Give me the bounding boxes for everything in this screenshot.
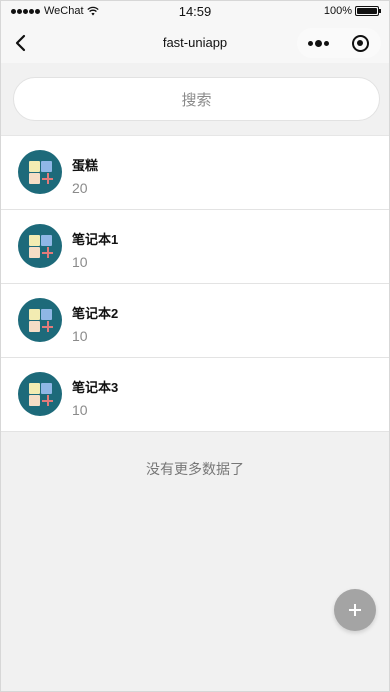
item-avatar-icon: [18, 224, 62, 268]
item-name: 笔记本1: [72, 232, 119, 247]
item-name: 笔记本3: [72, 380, 119, 395]
item-avatar-icon: [18, 298, 62, 342]
search-placeholder: 搜索: [181, 91, 212, 109]
item-avatar-icon: [18, 372, 62, 416]
item-list: 蛋糕 20 笔记本1 10 笔记本2 10 笔记本3 10: [1, 135, 389, 432]
item-name: 蛋糕: [72, 158, 99, 173]
nav-bar: fast-uniapp: [1, 23, 389, 63]
target-icon: [351, 34, 369, 52]
plus-icon: [349, 604, 361, 616]
status-bar: WeChat 14:59 100%: [1, 1, 389, 23]
close-capsule-button[interactable]: [339, 28, 381, 58]
more-dots-icon[interactable]: [297, 28, 339, 58]
list-item[interactable]: 笔记本3 10: [1, 358, 389, 432]
list-item[interactable]: 笔记本1 10: [1, 210, 389, 284]
item-count: 10: [72, 328, 88, 344]
list-item[interactable]: 笔记本2 10: [1, 284, 389, 358]
item-avatar-icon: [18, 150, 62, 194]
battery-icon: [355, 6, 381, 16]
search-input[interactable]: 搜索: [13, 77, 380, 121]
mini-program-capsule: [297, 28, 381, 58]
list-item[interactable]: 蛋糕 20: [1, 136, 389, 210]
battery-percent: 100%: [323, 5, 352, 17]
search-area: 搜索: [1, 63, 389, 135]
item-count: 10: [72, 254, 88, 270]
item-count: 20: [72, 180, 88, 196]
battery-fill: [357, 8, 377, 14]
item-count: 10: [72, 402, 88, 418]
add-item-button[interactable]: [334, 589, 376, 631]
status-right: 100%: [323, 5, 381, 17]
item-name: 笔记本2: [72, 306, 119, 321]
no-more-data-text: 没有更多数据了: [146, 461, 244, 477]
app-frame: WeChat 14:59 100% fast-uniapp 搜索 蛋糕 20 笔…: [0, 0, 390, 692]
